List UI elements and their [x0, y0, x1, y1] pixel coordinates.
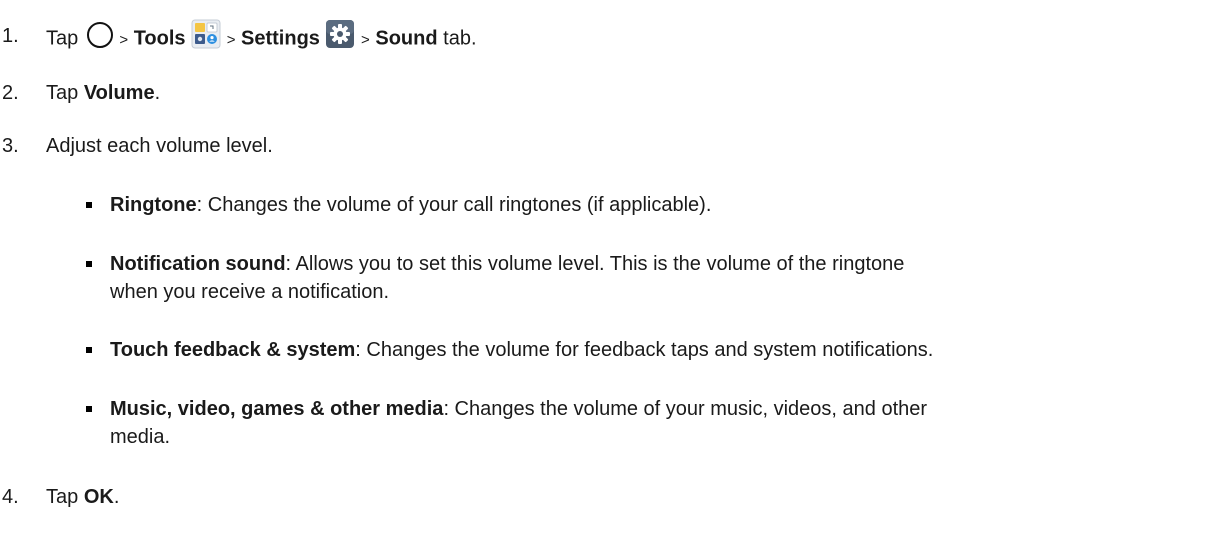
period: . [154, 82, 161, 104]
step-3-text: Adjust each volume level. [46, 135, 273, 157]
bullet-term: Ringtone [110, 194, 197, 216]
tap-word: Tap [46, 27, 79, 50]
settings-gear-icon [325, 19, 355, 49]
home-button-icon [86, 21, 114, 49]
step-2-text: Tap Volume. [46, 81, 160, 105]
tools-label: Tools [133, 27, 186, 50]
bullet-desc: : Allows you to set this volume level. T… [285, 253, 905, 275]
period: . [113, 486, 120, 508]
separator: > [119, 31, 129, 49]
step-number: 3. [2, 135, 19, 157]
step-4-text: Tap OK. [46, 485, 119, 509]
step-1-text: Tap > Tools > Settings > Sound tab. [46, 19, 477, 54]
bullet-text: Notification sound: Allows you to set th… [110, 252, 1206, 276]
separator: > [226, 31, 236, 49]
tools-folder-icon [191, 19, 221, 49]
bullet-desc: : Changes the volume for feedback taps a… [355, 339, 934, 361]
step-number: 2. [2, 82, 19, 104]
bullet-text: Music, video, games & other media: Chang… [110, 397, 1206, 421]
tap-word: Tap [46, 82, 79, 104]
bullet-marker [86, 261, 92, 267]
separator: > [361, 31, 370, 49]
bullet-desc: : Changes the volume of your music, vide… [443, 398, 928, 420]
bullet-marker [86, 202, 92, 208]
step-number: 1. [2, 25, 19, 47]
volume-label: Volume [83, 82, 155, 104]
bullet-desc: : Changes the volume of your call ringto… [196, 194, 712, 216]
step-number: 4. [2, 486, 19, 508]
tap-word: Tap [46, 486, 79, 508]
bullet-term: Touch feedback & system [110, 339, 356, 361]
sound-label: Sound [375, 27, 438, 50]
bullet-text: Ringtone: Changes the volume of your cal… [110, 193, 1206, 217]
bullet-marker [86, 347, 92, 353]
ok-label: OK [83, 486, 114, 508]
tab-word: tab. [443, 27, 477, 50]
bullet-marker [86, 406, 92, 412]
bullet-text: Touch feedback & system: Changes the vol… [110, 338, 1206, 362]
bullet-term: Notification sound [110, 253, 286, 275]
bullet-continuation: when you receive a notification. [110, 281, 390, 303]
settings-label: Settings [241, 27, 320, 50]
bullet-continuation: media. [110, 426, 171, 448]
bullet-term: Music, video, games & other media [110, 398, 444, 420]
